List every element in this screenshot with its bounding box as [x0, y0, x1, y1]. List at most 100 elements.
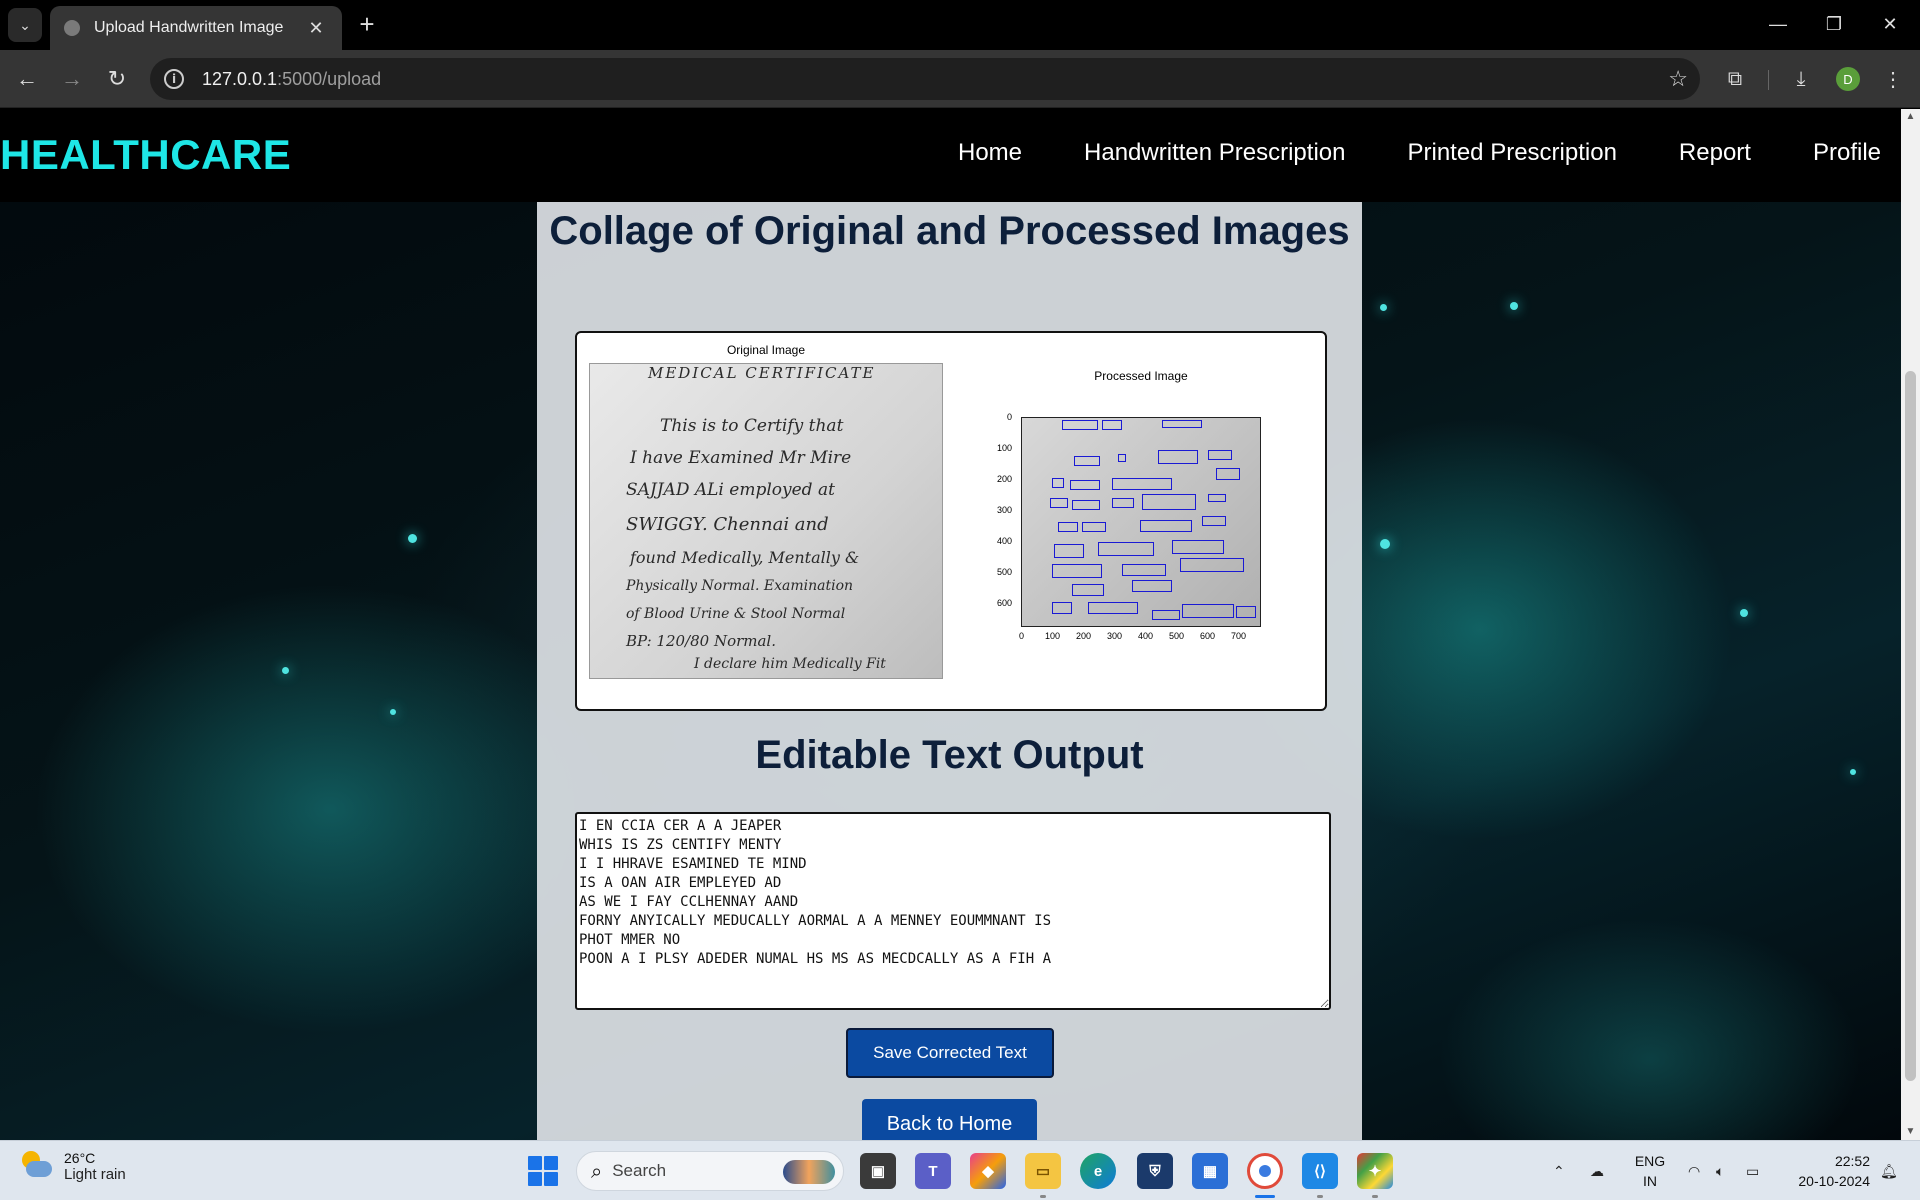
nav-handwritten-prescription[interactable]: Handwritten Prescription — [1084, 139, 1345, 167]
copilot-icon[interactable]: ◆ — [970, 1153, 1006, 1189]
scroll-up-icon[interactable]: ▲ — [1901, 109, 1920, 125]
forward-button[interactable]: → — [55, 62, 89, 96]
browser-tab-bar: ⌄ Upload Handwritten Image ✕ + — ❐ ✕ — [0, 0, 1920, 50]
ocr-text-area[interactable]: I EN CCIA CER A A JEAPER WHIS IS ZS CENT… — [575, 812, 1331, 1010]
text-bounding-box — [1140, 520, 1192, 532]
handwriting-line: Physically Normal. Examination — [626, 578, 854, 594]
text-bounding-box — [1208, 450, 1232, 460]
y-tick-label: 500 — [997, 567, 1013, 577]
text-bounding-box — [1132, 580, 1172, 592]
notification-bell-icon[interactable]: 🔔︎ — [1880, 1141, 1898, 1200]
y-tick-label: 600 — [997, 598, 1013, 608]
volume-icon[interactable]: 🔈︎ — [1716, 1141, 1724, 1200]
browser-tab[interactable]: Upload Handwritten Image ✕ — [50, 6, 342, 50]
colorful-app-icon[interactable]: ✦ — [1357, 1153, 1393, 1189]
weather-rain-icon — [20, 1149, 54, 1183]
tab-search-button[interactable]: ⌄ — [8, 8, 42, 42]
download-icon: ⤓ — [1796, 67, 1806, 90]
address-bar[interactable]: i 127.0.0.1:5000/upload ☆ — [150, 58, 1700, 100]
toolbar-divider — [1768, 70, 1769, 90]
nav-report[interactable]: Report — [1679, 139, 1751, 167]
text-bounding-box — [1074, 456, 1100, 466]
new-tab-button[interactable]: + — [352, 10, 382, 40]
handwriting-line: I have Examined Mr Mire — [630, 448, 852, 468]
scrollbar-thumb[interactable] — [1905, 371, 1916, 1081]
reload-icon: ↻ — [107, 66, 127, 91]
x-tick-label: 200 — [1076, 631, 1092, 641]
page-scrollbar[interactable]: ▲ ▼ — [1901, 109, 1920, 1140]
text-bounding-box — [1072, 584, 1104, 596]
onedrive-icon[interactable]: ☁ — [1590, 1141, 1604, 1200]
image-collage: Original Image MEDICAL CERTIFICATE This … — [575, 331, 1327, 711]
background-node — [390, 709, 396, 715]
text-bounding-box — [1088, 602, 1138, 614]
url-host: 127.0.0.1 — [202, 68, 278, 89]
reload-button[interactable]: ↻ — [100, 62, 134, 96]
close-tab-icon[interactable]: ✕ — [304, 18, 328, 39]
clock-date: 20-10-2024 — [1798, 1173, 1870, 1189]
restore-button[interactable]: ❐ — [1806, 6, 1862, 42]
edge-icon[interactable]: e — [1080, 1153, 1116, 1189]
text-bounding-box — [1102, 420, 1122, 430]
chrome-icon[interactable] — [1247, 1153, 1283, 1189]
running-indicator — [1040, 1195, 1046, 1198]
x-tick-label: 700 — [1231, 631, 1247, 641]
scroll-down-icon[interactable]: ▼ — [1901, 1124, 1920, 1140]
brand-logo[interactable]: HEALTHCARE — [0, 131, 291, 179]
weather-description: Light rain — [64, 1165, 126, 1183]
text-bounding-box — [1162, 420, 1202, 428]
chevron-down-icon: ⌄ — [19, 16, 31, 33]
file-explorer-icon[interactable]: ▭ — [1025, 1153, 1061, 1189]
vscode-icon[interactable]: ⟨⟩ — [1302, 1153, 1338, 1189]
running-indicator — [1372, 1195, 1378, 1198]
teams-icon[interactable]: T — [915, 1153, 951, 1189]
browser-menu-button[interactable]: ⋮ — [1876, 62, 1910, 96]
background-node — [1740, 609, 1748, 617]
y-tick-label: 100 — [997, 443, 1013, 453]
puzzle-icon: ⧉ — [1727, 67, 1743, 90]
minimize-button[interactable]: — — [1750, 6, 1806, 42]
background-node — [1850, 769, 1856, 775]
show-hidden-icons-button[interactable]: ⌃ — [1553, 1141, 1565, 1200]
processed-image-caption: Processed Image — [1094, 369, 1188, 383]
start-button[interactable] — [528, 1156, 558, 1186]
language-indicator[interactable]: ENG IN — [1630, 1151, 1670, 1191]
system-clock[interactable]: 22:52 20-10-2024 — [1780, 1151, 1870, 1191]
handwriting-title: MEDICAL CERTIFICATE — [648, 364, 876, 382]
app-shield-icon[interactable]: ⛨ — [1137, 1153, 1173, 1189]
close-window-button[interactable]: ✕ — [1862, 6, 1918, 42]
handwriting-line: I declare him Medically Fit — [694, 656, 886, 672]
taskbar-search[interactable]: ⌕ Search — [576, 1151, 844, 1191]
microsoft-store-icon[interactable]: ▦ — [1192, 1153, 1228, 1189]
text-bounding-box — [1052, 602, 1072, 614]
downloads-button[interactable]: ⤓ — [1784, 62, 1818, 96]
back-button[interactable]: ← — [10, 62, 44, 96]
text-bounding-box — [1202, 516, 1226, 526]
restore-icon: ❐ — [1825, 13, 1843, 34]
extensions-button[interactable]: ⧉ — [1718, 62, 1752, 96]
handwriting-line: of Blood Urine & Stool Normal — [626, 606, 846, 622]
task-view-icon[interactable]: ▣ — [860, 1153, 896, 1189]
nav-printed-prescription[interactable]: Printed Prescription — [1407, 139, 1616, 167]
editable-heading: Editable Text Output — [755, 733, 1144, 777]
x-tick-label: 0 — [1019, 631, 1025, 641]
nav-home[interactable]: Home — [958, 139, 1022, 167]
profile-button[interactable]: D — [1831, 62, 1865, 96]
site-header: HEALTHCARE Home Handwritten Prescription… — [0, 109, 1901, 202]
clock-time: 22:52 — [1834, 1153, 1870, 1169]
language-code: ENG — [1634, 1153, 1666, 1169]
text-bounding-box — [1070, 480, 1100, 490]
weather-widget[interactable]: 26°C Light rain — [20, 1149, 126, 1183]
text-bounding-box — [1072, 500, 1100, 510]
main-nav: Home Handwritten Prescription Printed Pr… — [896, 139, 1901, 167]
site-info-icon[interactable]: i — [164, 69, 184, 89]
save-corrected-text-button[interactable]: Save Corrected Text — [846, 1028, 1054, 1078]
nav-profile[interactable]: Profile — [1813, 139, 1881, 167]
handwriting-line: SAJJAD ALi employed at — [626, 480, 835, 500]
x-tick-label: 500 — [1169, 631, 1185, 641]
back-to-home-button[interactable]: Back to Home — [862, 1099, 1037, 1140]
bookmark-star-icon[interactable]: ☆ — [1668, 66, 1688, 92]
battery-icon[interactable]: ▭ — [1746, 1141, 1759, 1200]
wifi-icon[interactable]: ◠ — [1688, 1141, 1700, 1200]
chevron-up-icon: ⌃ — [1553, 1162, 1565, 1179]
